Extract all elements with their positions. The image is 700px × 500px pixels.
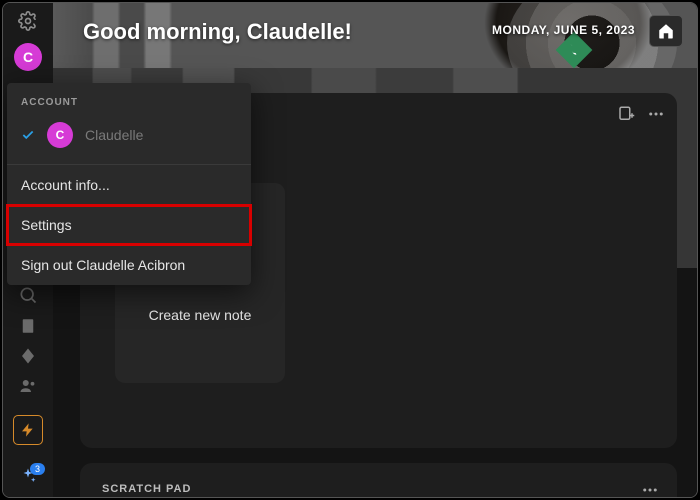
more-icon[interactable]	[647, 105, 665, 123]
search-icon[interactable]	[18, 285, 38, 305]
header: Good morning, Claudelle! MONDAY, JUNE 5,…	[53, 3, 697, 68]
account-avatar[interactable]: C	[14, 43, 42, 71]
greeting-text: Good morning, Claudelle!	[83, 19, 352, 45]
shared-icon[interactable]	[18, 377, 38, 395]
scratch-pad-card[interactable]: SCRATCH PAD	[80, 463, 677, 498]
tag-icon[interactable]	[19, 347, 37, 365]
check-icon	[21, 128, 35, 142]
upgrade-button[interactable]	[13, 415, 43, 445]
sparkle-icon[interactable]: 3	[19, 467, 37, 485]
account-name: Claudelle	[85, 127, 143, 143]
account-avatar-small: C	[47, 122, 73, 148]
notebook-icon[interactable]	[19, 317, 37, 335]
menu-settings[interactable]: Settings	[7, 205, 251, 245]
date-text: MONDAY, JUNE 5, 2023	[492, 23, 635, 37]
notification-badge: 3	[30, 463, 45, 475]
settings-gear-icon[interactable]	[18, 11, 38, 31]
account-row[interactable]: C Claudelle	[7, 118, 251, 164]
menu-sign-out[interactable]: Sign out Claudelle Acibron	[7, 245, 251, 285]
note-add-icon[interactable]	[617, 105, 635, 123]
customize-button[interactable]	[649, 15, 683, 47]
account-dropdown: ACCOUNT C Claudelle Account info... Sett…	[7, 83, 251, 285]
menu-account-info[interactable]: Account info...	[7, 165, 251, 205]
more-icon[interactable]	[641, 481, 659, 498]
scratch-pad-title: SCRATCH PAD	[102, 483, 655, 495]
dropdown-section-label: ACCOUNT	[7, 83, 251, 118]
create-new-note-label: Create new note	[149, 307, 252, 323]
